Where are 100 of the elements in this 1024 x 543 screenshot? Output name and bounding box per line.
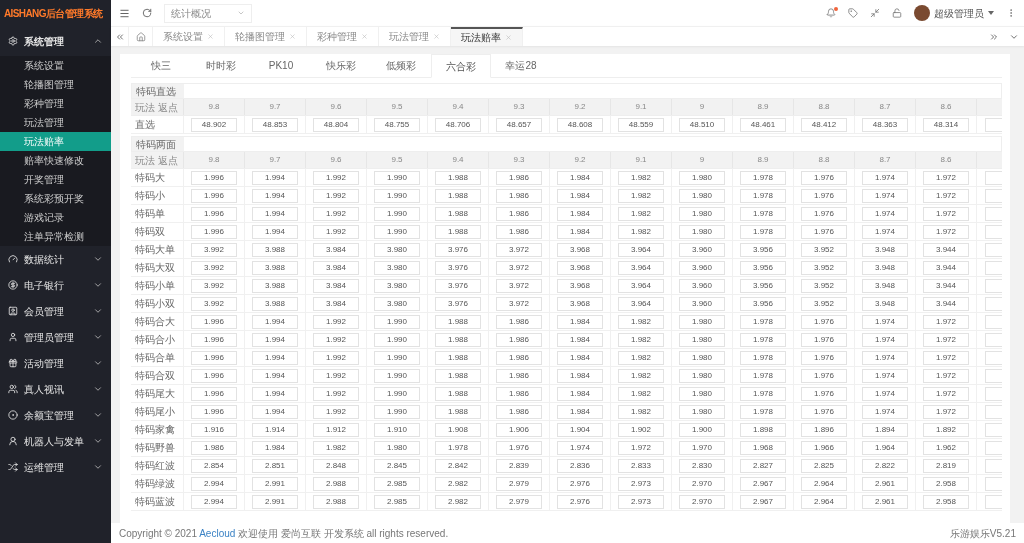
notification-bell-icon[interactable]	[826, 8, 836, 18]
odds-input[interactable]: 48.363	[862, 117, 908, 132]
odds-input[interactable]: 2.988	[313, 476, 359, 491]
odds-input[interactable]: 1.978	[435, 440, 481, 455]
odds-input[interactable]: 1.976	[801, 206, 847, 221]
odds-input[interactable]: 1.996	[191, 404, 237, 419]
odds-input[interactable]: 1.992	[313, 404, 359, 419]
odds-input[interactable]: 1.980	[679, 404, 725, 419]
odds-input[interactable]: 1.976	[801, 188, 847, 203]
fullscreen-icon[interactable]	[870, 8, 880, 18]
odds-input[interactable]: 2.976	[557, 476, 603, 491]
odds-input[interactable]: 1.990	[374, 404, 420, 419]
lottery-tab[interactable]: 快三	[131, 54, 191, 77]
odds-input[interactable]: 3.968	[557, 260, 603, 275]
odds-input[interactable]: 1.996	[191, 188, 237, 203]
odds-input[interactable]: 1.974	[557, 440, 603, 455]
odds-input[interactable]: 1.988	[435, 386, 481, 401]
odds-input[interactable]: 3.948	[862, 242, 908, 257]
odds-input[interactable]: 2.833	[618, 458, 664, 473]
lottery-tab[interactable]: 时时彩	[191, 54, 251, 77]
odds-input[interactable]: 1.974	[862, 404, 908, 419]
odds-input[interactable]: 1.990	[374, 332, 420, 347]
odds-input[interactable]: 3.952	[801, 296, 847, 311]
lottery-tab[interactable]: 低频彩	[371, 54, 431, 77]
page-tab[interactable]: 彩种管理	[307, 27, 379, 46]
odds-input[interactable]: 1.974	[862, 314, 908, 329]
menu-item[interactable]: 系统设置	[0, 56, 111, 75]
odds-input[interactable]: 1.972	[923, 206, 969, 221]
odds-input[interactable]: 3.980	[374, 260, 420, 275]
odds-input[interactable]: 1.994	[252, 404, 298, 419]
odds-input[interactable]: 2.976	[557, 494, 603, 509]
odds-input[interactable]: 1.974	[862, 332, 908, 347]
odds-input[interactable]: 1.982	[618, 404, 664, 419]
odds-input[interactable]: 48.510	[679, 117, 725, 132]
odds-input[interactable]: 1.974	[862, 206, 908, 221]
odds-input[interactable]: 1.984	[557, 404, 603, 419]
home-icon[interactable]	[135, 31, 146, 42]
odds-input[interactable]: 1.980	[679, 188, 725, 203]
menu-item[interactable]: 轮播图管理	[0, 75, 111, 94]
odds-input[interactable]: 1.996	[191, 224, 237, 239]
menu-group[interactable]: 活动管理	[0, 350, 111, 376]
odds-input[interactable]: 2.848	[313, 458, 359, 473]
odds-input[interactable]: 1.982	[618, 206, 664, 221]
odds-input[interactable]: 1.964	[862, 440, 908, 455]
odds-input[interactable]: 1.996	[191, 386, 237, 401]
odds-input[interactable]: 1.996	[191, 206, 237, 221]
odds-input[interactable]: 1.984	[557, 332, 603, 347]
odds-input[interactable]: 3.988	[252, 296, 298, 311]
odds-input[interactable]: 3.952	[801, 260, 847, 275]
odds-input[interactable]: 3.956	[740, 278, 786, 293]
odds-input[interactable]: 1.978	[740, 206, 786, 221]
odds-input[interactable]: 1.988	[435, 404, 481, 419]
odds-input[interactable]: 1.986	[496, 350, 542, 365]
odds-input[interactable]: 3.948	[862, 260, 908, 275]
odds-input[interactable]: 1.996	[191, 314, 237, 329]
odds-input[interactable]: 3.984	[313, 260, 359, 275]
odds-input[interactable]: 3.972	[496, 260, 542, 275]
odds-input[interactable]: 1.986	[496, 188, 542, 203]
odds-input[interactable]: 3.976	[435, 296, 481, 311]
menu-item[interactable]: 注单异常检测	[0, 227, 111, 246]
lottery-tab[interactable]: 快乐彩	[311, 54, 371, 77]
odds-input[interactable]: 1.980	[679, 386, 725, 401]
odds-input[interactable]: 2.970	[679, 476, 725, 491]
odds-input[interactable]: 1.978	[740, 404, 786, 419]
odds-input[interactable]: 3.956	[740, 260, 786, 275]
odds-input[interactable]: 3.980	[374, 278, 420, 293]
odds-input[interactable]: 1.974	[862, 386, 908, 401]
odds-input[interactable]: 1.982	[618, 314, 664, 329]
odds-input[interactable]: 1.972	[923, 350, 969, 365]
odds-input[interactable]: 2.961	[862, 476, 908, 491]
odds-input[interactable]: 3.980	[374, 242, 420, 257]
user-menu[interactable]: 超级管理员	[934, 5, 984, 21]
odds-input[interactable]: 3.944	[923, 242, 969, 257]
lottery-tab[interactable]: 幸运28	[491, 54, 551, 77]
odds-input[interactable]: 1.984	[557, 368, 603, 383]
odds-input[interactable]: 1.896	[801, 422, 847, 437]
odds-input[interactable]: 1.980	[374, 440, 420, 455]
odds-input[interactable]: 48.853	[252, 117, 298, 132]
odds-input[interactable]: 1.972	[923, 386, 969, 401]
odds-input[interactable]: 2.967	[740, 494, 786, 509]
odds-input[interactable]: 3.968	[557, 242, 603, 257]
page-tab[interactable]: 玩法赔率	[451, 27, 523, 46]
odds-input[interactable]: 1.986	[191, 440, 237, 455]
odds-input[interactable]: 1.900	[679, 422, 725, 437]
odds-input[interactable]: 2.836	[557, 458, 603, 473]
odds-input[interactable]: 48.559	[618, 117, 664, 132]
odds-input[interactable]: 1.982	[618, 368, 664, 383]
odds-input[interactable]: 1.972	[923, 188, 969, 203]
odds-input[interactable]: 2.979	[496, 494, 542, 509]
odds-input[interactable]: 3.992	[191, 242, 237, 257]
odds-input[interactable]: 1.980	[679, 332, 725, 347]
company-link[interactable]: Aecloud	[199, 527, 236, 539]
tag-icon[interactable]	[848, 8, 858, 18]
odds-input[interactable]: 48.608	[557, 117, 603, 132]
odds-input[interactable]: 1.990	[374, 314, 420, 329]
odds-input[interactable]: 1.972	[923, 404, 969, 419]
odds-input[interactable]: 1.972	[923, 224, 969, 239]
odds-input[interactable]: 1.974	[862, 368, 908, 383]
odds-input[interactable]: 2.991	[252, 476, 298, 491]
odds-input[interactable]: 48.314	[923, 117, 969, 132]
